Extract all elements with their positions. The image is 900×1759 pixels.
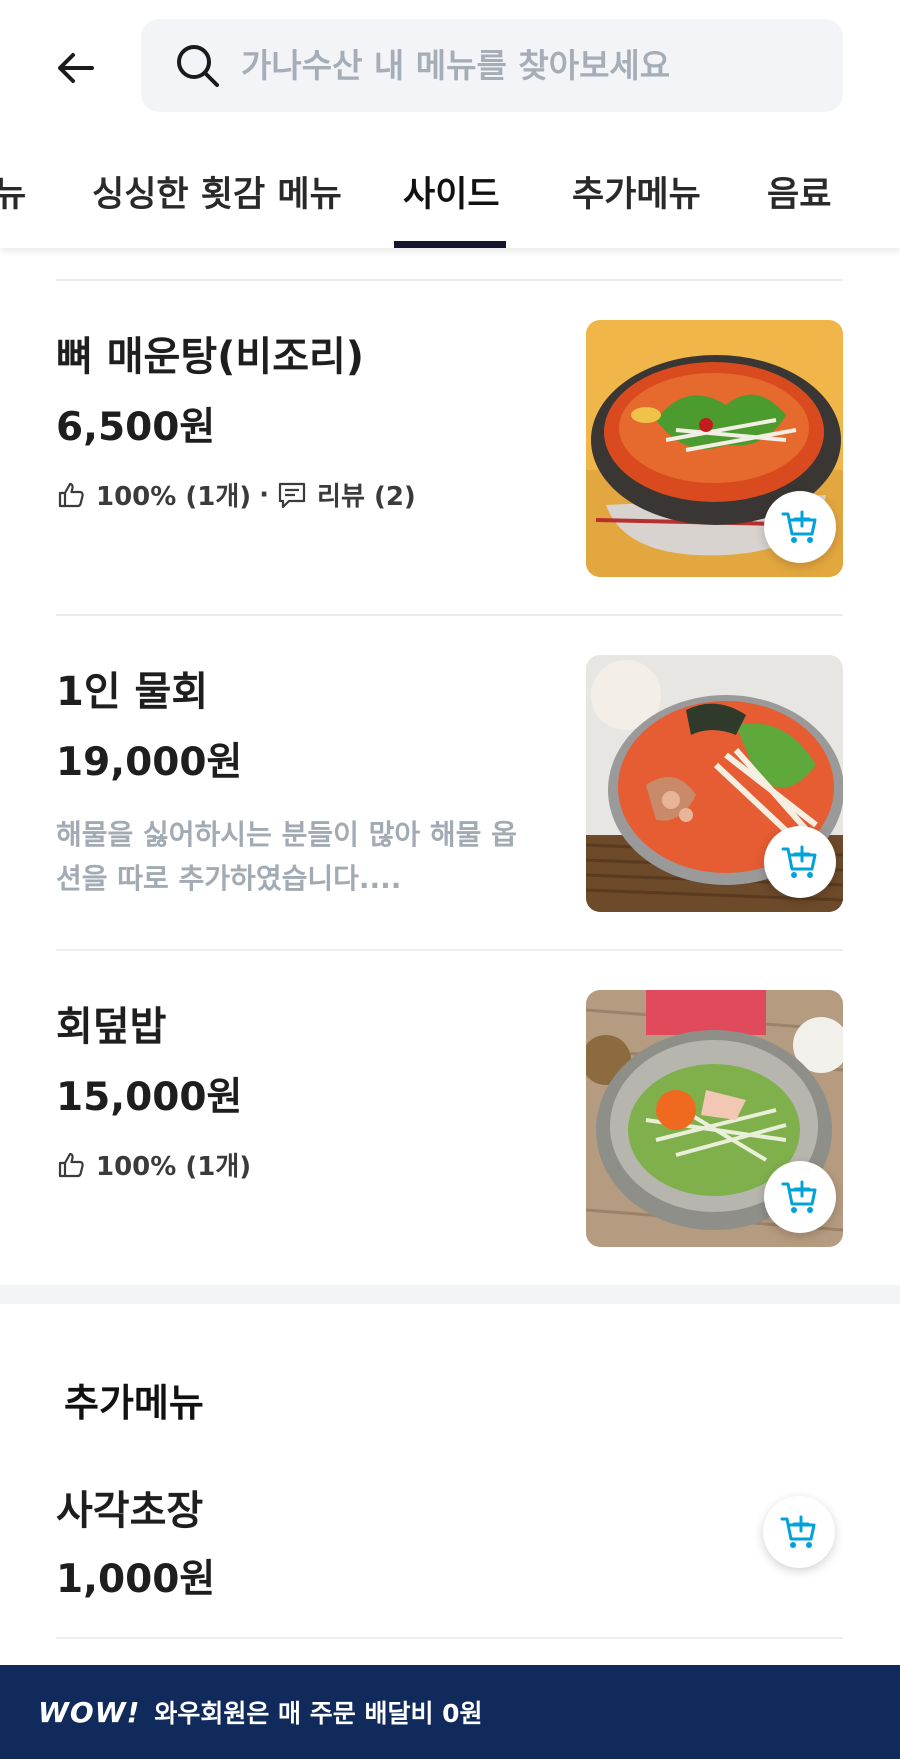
add-to-cart-button[interactable] (764, 1161, 836, 1233)
item-price: 15,000원 (56, 1075, 243, 1120)
item-name: 뼈 매운탕(비조리) (56, 334, 365, 380)
item-image[interactable] (586, 990, 843, 1247)
add-to-cart-button[interactable] (764, 826, 836, 898)
back-button[interactable] (48, 40, 104, 96)
banner-text: 와우회원은 매 주문 배달비 0원 (154, 1699, 483, 1728)
thumbs-up-icon (58, 482, 84, 507)
search-bar[interactable] (141, 19, 843, 112)
tab-prev[interactable]: 뉴 (0, 166, 26, 217)
menu-item[interactable]: 1인 물회 19,000원 해물을 싫어하시는 분들이 많아 해물 옵션을 따로… (0, 615, 900, 950)
item-name: 사각초장 (56, 1488, 204, 1534)
item-rating: 100% (1개) · 리뷰 (2) (56, 476, 416, 513)
cart-plus-icon (781, 1180, 817, 1213)
section-spacer (0, 1285, 900, 1304)
item-price: 6,500원 (56, 405, 216, 450)
cart-plus-icon (780, 1515, 816, 1548)
item-name: 1인 물회 (56, 669, 209, 715)
tab-side[interactable]: 사이드 (403, 166, 500, 217)
divider (56, 1637, 843, 1639)
item-description: 해물을 싫어하시는 분들이 많아 해물 옵션을 따로 추가하였습니다.... (56, 818, 517, 895)
tab-drinks[interactable]: 음료 (767, 166, 831, 217)
review-count[interactable]: 리뷰 (2) (317, 476, 416, 513)
section-title: 추가메뉴 (64, 1381, 204, 1425)
search-input[interactable] (241, 46, 801, 85)
add-to-cart-button[interactable] (764, 491, 836, 563)
item-name: 회덮밥 (56, 1004, 167, 1050)
item-price: 1,000원 (56, 1557, 216, 1602)
menu-item[interactable]: 뼈 매운탕(비조리) 6,500원 100% (1개) · 리뷰 (2) (0, 280, 900, 615)
tab-extra-menu[interactable]: 추가메뉴 (572, 166, 701, 217)
menu-item[interactable]: 회덮밥 15,000원 100% (1개) (0, 950, 900, 1285)
tab-fresh-sashimi[interactable]: 싱싱한 횟감 메뉴 (92, 166, 342, 217)
arrow-left-icon (58, 53, 94, 83)
category-tabs: 뉴 싱싱한 횟감 메뉴 사이드 추가메뉴 음료 (0, 132, 900, 248)
item-image[interactable] (586, 655, 843, 912)
meta-separator: · (259, 479, 270, 510)
like-percent: 100% (1개) (96, 482, 252, 512)
wow-membership-banner[interactable]: WOW! 와우회원은 매 주문 배달비 0원 (0, 1665, 900, 1759)
item-price: 19,000원 (56, 740, 243, 785)
thumbs-up-icon (58, 1152, 84, 1177)
header (0, 0, 900, 132)
item-image[interactable] (586, 320, 843, 577)
search-icon (177, 44, 219, 87)
add-to-cart-button[interactable] (763, 1496, 835, 1568)
cart-plus-icon (781, 845, 817, 878)
like-percent: 100% (1개) (96, 1152, 252, 1182)
cart-plus-icon (781, 510, 817, 543)
wow-logo: WOW! (38, 1695, 141, 1729)
item-rating: 100% (1개) (56, 1146, 251, 1183)
comment-icon (278, 482, 306, 508)
active-tab-indicator (394, 241, 506, 248)
menu-item[interactable]: 사각초장 1,000원 (0, 1470, 900, 1638)
